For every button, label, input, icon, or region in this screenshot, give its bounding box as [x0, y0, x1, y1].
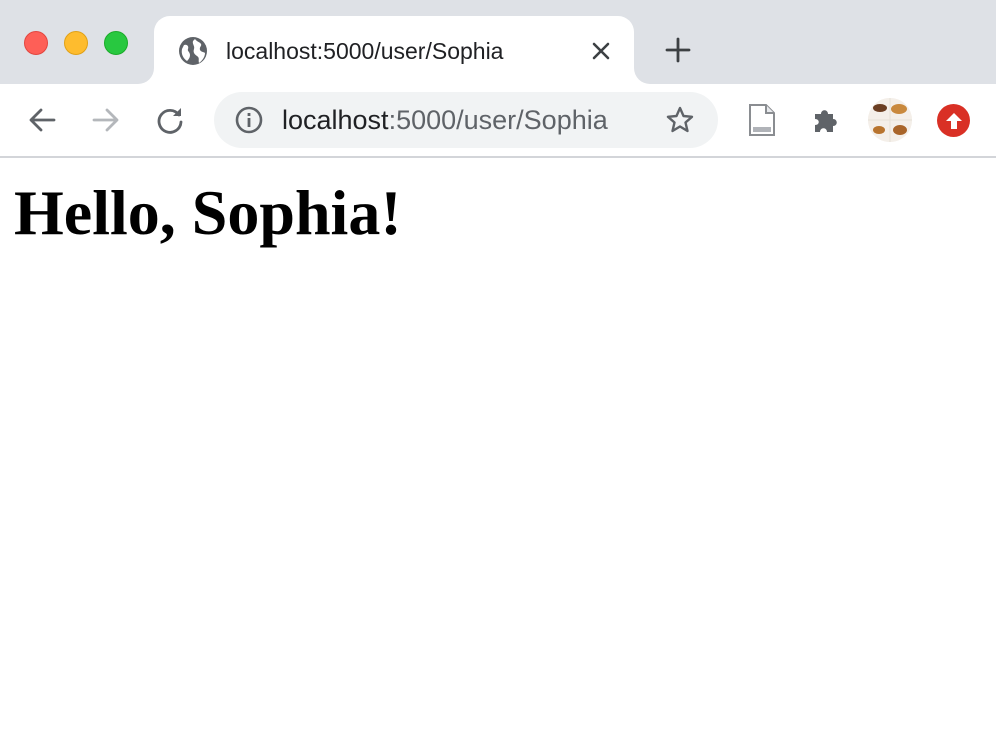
toolbar: localhost:5000/user/Sophia	[0, 84, 996, 156]
update-button[interactable]	[937, 104, 970, 137]
page-heading: Hello, Sophia!	[14, 177, 402, 248]
plus-icon	[665, 37, 691, 63]
update-icon	[945, 112, 962, 129]
tab-close-icon[interactable]	[586, 36, 616, 66]
back-button[interactable]	[22, 100, 62, 140]
document-icon	[749, 104, 775, 136]
window-maximize-button[interactable]	[104, 31, 128, 55]
info-icon[interactable]	[234, 105, 264, 135]
star-icon[interactable]	[664, 104, 696, 136]
page-content: Hello, Sophia!	[0, 158, 996, 750]
forward-arrow-icon	[92, 108, 119, 132]
forward-button[interactable]	[86, 100, 126, 140]
globe-icon	[178, 36, 208, 66]
active-tab[interactable]: localhost:5000/user/Sophia	[154, 16, 634, 84]
window-minimize-button[interactable]	[64, 31, 88, 55]
avatar[interactable]	[868, 98, 912, 142]
window-close-button[interactable]	[24, 31, 48, 55]
address-bar[interactable]: localhost:5000/user/Sophia	[214, 92, 718, 148]
tab-strip: localhost:5000/user/Sophia	[0, 0, 996, 84]
extensions-button[interactable]	[806, 100, 846, 140]
address-host: localhost	[282, 105, 389, 135]
reload-icon	[157, 108, 183, 134]
back-arrow-icon	[29, 108, 56, 132]
new-tab-button[interactable]	[660, 32, 696, 68]
document-extension-button[interactable]	[742, 100, 782, 140]
puzzle-icon	[815, 110, 837, 132]
address-path: :5000/user/Sophia	[388, 105, 608, 135]
tab-title: localhost:5000/user/Sophia	[226, 38, 504, 64]
address-url[interactable]: localhost:5000/user/Sophia	[282, 104, 608, 136]
reload-button[interactable]	[150, 100, 190, 140]
browser-window: localhost:5000/user/Sophia localhost:500…	[0, 0, 996, 750]
